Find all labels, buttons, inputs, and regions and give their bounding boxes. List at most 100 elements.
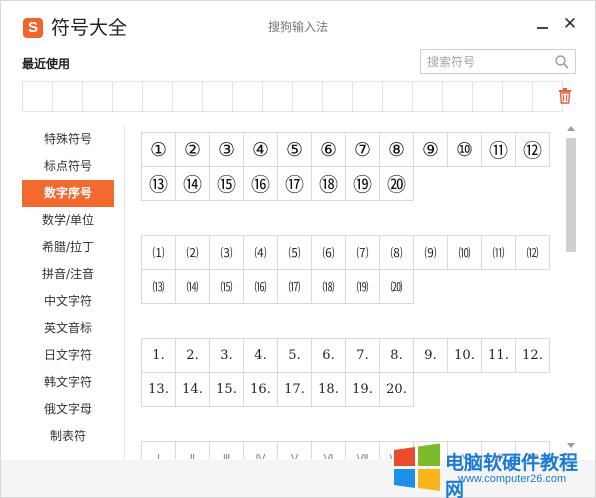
symbol-cell[interactable]: ⑤ [278,133,312,167]
symbol-cell[interactable]: ⑨ [414,133,448,167]
symbol-cell[interactable]: ⑲ [346,167,380,201]
recent-symbol-cell[interactable] [232,81,263,112]
sidebar-item[interactable]: 俄文字母 [22,396,114,423]
search-icon[interactable] [554,54,570,70]
symbol-cell[interactable]: Ⅳ [244,442,278,459]
symbol-cell[interactable]: 12. [516,339,550,373]
symbol-cell[interactable]: Ⅵ [312,442,346,459]
symbol-cell[interactable]: ⑱ [312,167,346,201]
scroll-thumb[interactable] [566,138,576,252]
symbol-cell[interactable]: 15. [210,373,244,407]
symbol-cell[interactable]: 14. [176,373,210,407]
symbol-cell[interactable]: Ⅴ [278,442,312,459]
symbol-cell[interactable]: Ⅶ [346,442,380,459]
symbol-cell[interactable]: Ⅱ [176,442,210,459]
sidebar-item[interactable]: 数学/单位 [22,207,114,234]
recent-symbol-cell[interactable] [202,81,233,112]
sidebar-item[interactable]: 中文字符 [22,288,114,315]
symbol-cell[interactable]: ⑾ [482,236,516,270]
symbol-cell[interactable]: 2. [176,339,210,373]
symbol-cell[interactable]: ⑷ [244,236,278,270]
symbol-cell[interactable]: ⒆ [346,270,380,304]
symbol-cell[interactable]: ⑯ [244,167,278,201]
title-bar[interactable]: S 符号大全 搜狗输入法 ✕ [1,1,595,41]
recent-symbol-cell[interactable] [22,81,53,112]
symbol-cell[interactable]: ⑦ [346,133,380,167]
symbol-cell[interactable]: ⑶ [210,236,244,270]
recent-symbol-cell[interactable] [262,81,293,112]
symbol-cell[interactable]: ⑿ [516,236,550,270]
symbol-cell[interactable]: ⑽ [448,236,482,270]
scrollbar[interactable] [566,126,576,459]
symbol-cell[interactable]: 5. [278,339,312,373]
symbol-cell[interactable]: ⒄ [278,270,312,304]
sidebar-item[interactable]: 日文字符 [22,342,114,369]
sidebar-item[interactable]: 特殊符号 [22,126,114,153]
symbol-cell[interactable]: Ⅲ [210,442,244,459]
trash-icon[interactable] [558,88,572,104]
symbol-cell[interactable]: ⑮ [210,167,244,201]
symbol-cell[interactable]: ② [176,133,210,167]
symbol-cell[interactable]: ③ [210,133,244,167]
symbol-cell[interactable]: 8. [380,339,414,373]
sidebar-item[interactable]: 制表符 [22,423,114,450]
recent-symbol-cell[interactable] [442,81,473,112]
symbol-cell[interactable]: 17. [278,373,312,407]
symbol-cell[interactable]: ⒀ [142,270,176,304]
symbol-cell[interactable]: ⑫ [516,133,550,167]
symbol-cell[interactable]: ⑼ [414,236,448,270]
close-icon[interactable]: ✕ [561,15,579,33]
symbol-cell[interactable]: 16. [244,373,278,407]
symbol-cell[interactable]: ⑩ [448,133,482,167]
symbol-cell[interactable]: 10. [448,339,482,373]
symbol-cell[interactable]: ⒁ [176,270,210,304]
symbol-cell[interactable]: ⑧ [380,133,414,167]
symbol-cell[interactable]: ⒃ [244,270,278,304]
recent-symbol-cell[interactable] [502,81,533,112]
symbol-cell[interactable]: ⑳ [380,167,414,201]
minimize-icon[interactable] [537,27,548,29]
sidebar-item[interactable]: 标点符号 [22,153,114,180]
symbol-cell[interactable]: ⑹ [312,236,346,270]
symbol-cell[interactable]: 19. [346,373,380,407]
symbol-cell[interactable]: ⑭ [176,167,210,201]
symbol-cell[interactable]: 3. [210,339,244,373]
symbol-cell[interactable]: ④ [244,133,278,167]
sidebar-item[interactable]: 数字序号 [22,180,114,207]
symbol-cell[interactable]: ⑪ [482,133,516,167]
symbol-cell[interactable]: ⑵ [176,236,210,270]
symbol-cell[interactable]: 1. [142,339,176,373]
search-input[interactable] [427,53,552,71]
symbol-cell[interactable]: 18. [312,373,346,407]
symbol-cell[interactable]: ⒅ [312,270,346,304]
symbol-cell[interactable]: ⑺ [346,236,380,270]
recent-symbol-cell[interactable] [352,81,383,112]
symbol-cell[interactable]: ⑴ [142,236,176,270]
symbol-cell[interactable]: ⑥ [312,133,346,167]
scroll-up-arrow-icon[interactable] [567,126,575,131]
recent-symbol-cell[interactable] [292,81,323,112]
symbol-cell[interactable]: ⑰ [278,167,312,201]
recent-symbol-cell[interactable] [52,81,83,112]
sidebar-item[interactable]: 拼音/注音 [22,261,114,288]
search-box[interactable] [420,49,576,74]
sidebar-item[interactable]: 韩文字符 [22,369,114,396]
symbol-cell[interactable]: 9. [414,339,448,373]
recent-symbol-cell[interactable] [412,81,443,112]
symbol-cell[interactable]: 7. [346,339,380,373]
symbol-cell[interactable]: 20. [380,373,414,407]
recent-symbol-cell[interactable] [172,81,203,112]
sidebar-item[interactable]: 英文音标 [22,315,114,342]
recent-symbol-cell[interactable] [382,81,413,112]
sidebar-item[interactable]: 希腊/拉丁 [22,234,114,261]
symbol-cell[interactable]: ⑸ [278,236,312,270]
symbol-cell[interactable]: 6. [312,339,346,373]
recent-symbol-cell[interactable] [112,81,143,112]
symbol-cell[interactable]: Ⅰ [142,442,176,459]
recent-symbol-cell[interactable] [82,81,113,112]
symbol-cell[interactable]: ⒂ [210,270,244,304]
symbol-cell[interactable]: ⑻ [380,236,414,270]
recent-symbol-cell[interactable] [472,81,503,112]
recent-symbol-cell[interactable] [142,81,173,112]
symbol-cell[interactable]: 11. [482,339,516,373]
